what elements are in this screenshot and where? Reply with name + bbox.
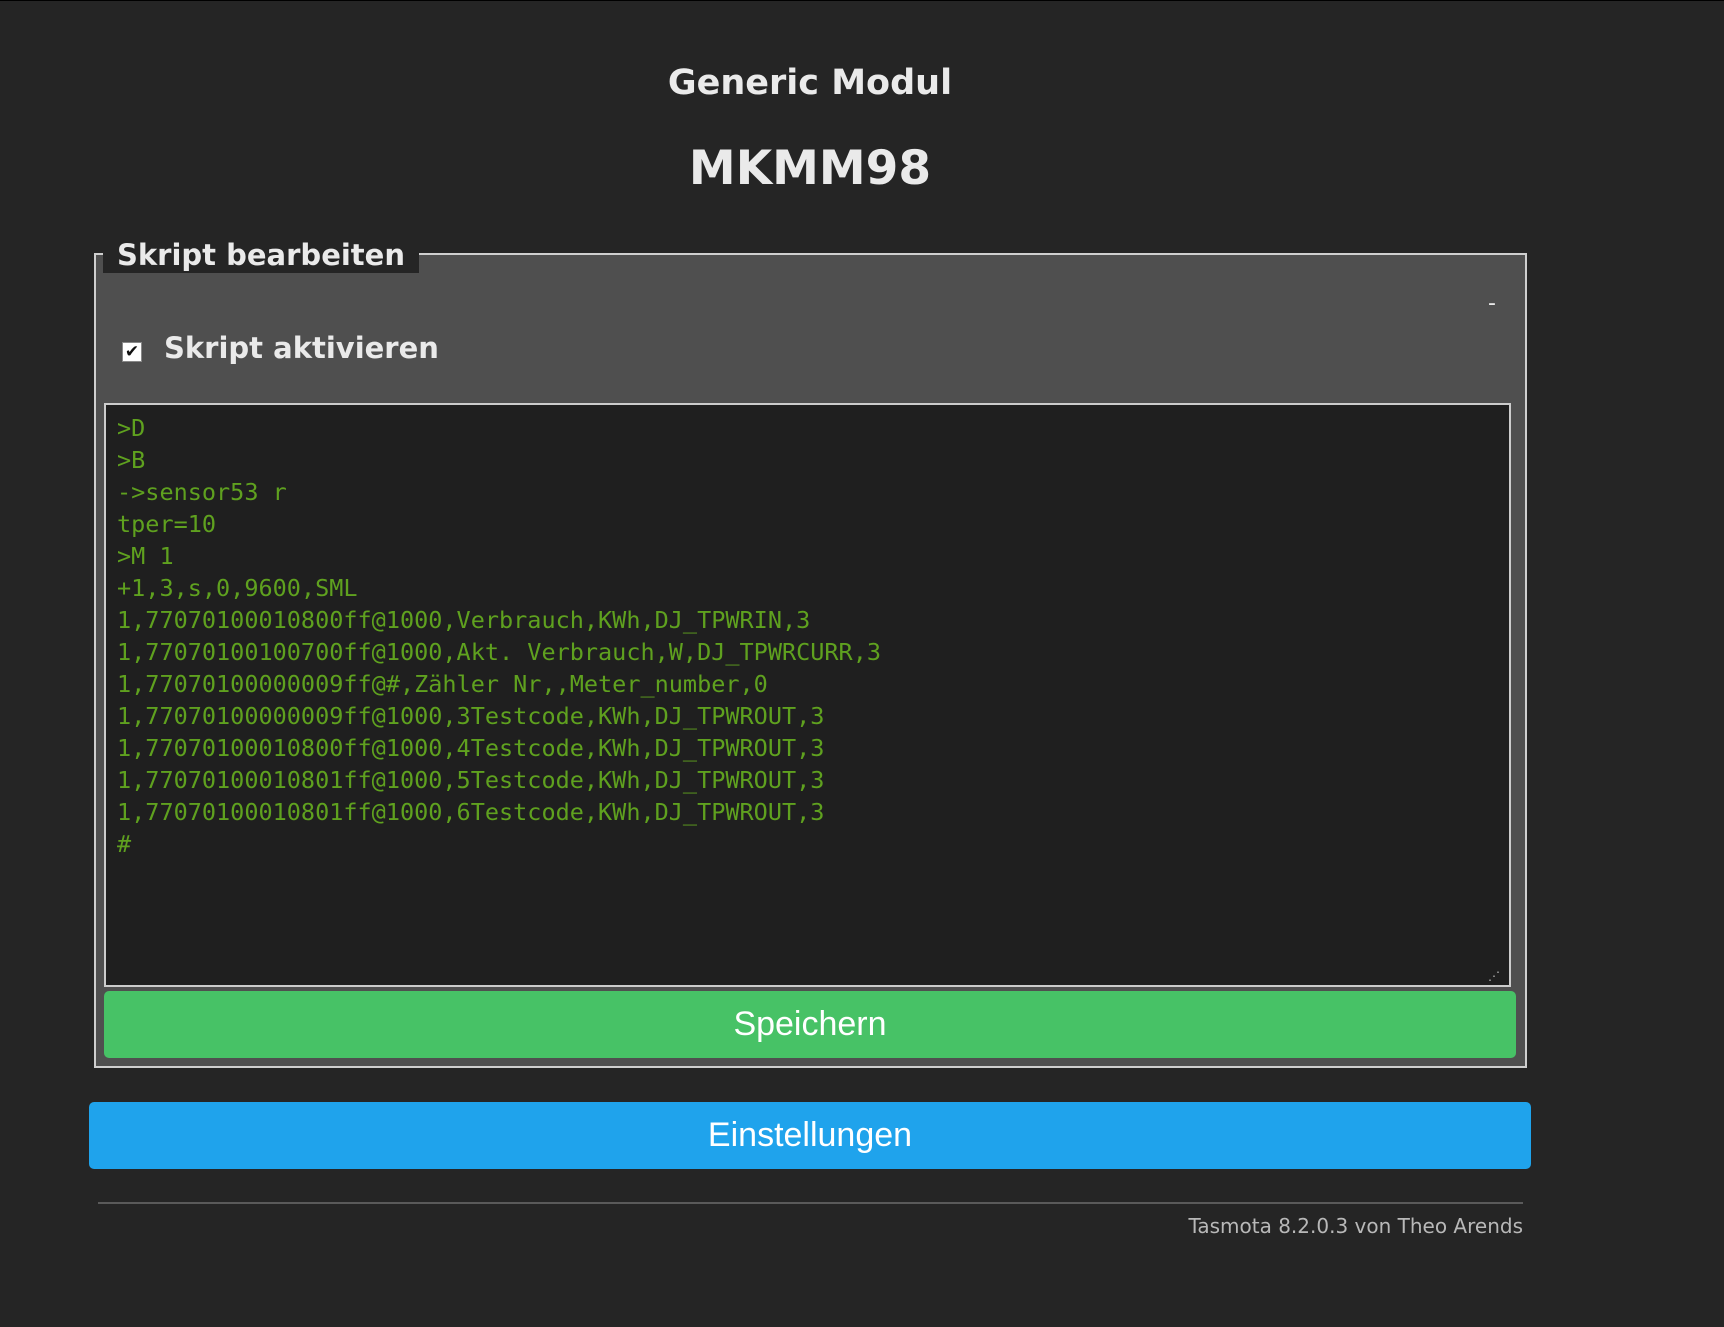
module-name-heading: Generic Modul [667,63,953,103]
script-edit-legend: Skript bearbeiten [103,237,419,273]
code-line: >B [117,446,146,474]
minus-marker: - [1488,291,1496,316]
footer-divider [98,1202,1523,1204]
resize-grip-icon[interactable]: ⋰ [1488,969,1502,983]
enable-script-checkbox[interactable]: ✔ [122,342,142,362]
code-line: 1,77070100000009ff@#,Zähler Nr,,Meter_nu… [117,670,768,698]
settings-button[interactable]: Einstellungen [89,1102,1531,1169]
checkmark-icon: ✔ [124,342,140,362]
code-line: 1,77070100100700ff@1000,Akt. Verbrauch,W… [117,638,882,666]
tasmota-page: Generic Modul MKMM98 Skript bearbeiten -… [0,0,1724,1327]
code-line: 1,77070100010801ff@1000,5Testcode,KWh,DJ… [117,766,825,794]
device-name-heading: MKMM98 [688,141,932,196]
code-line: tper=10 [117,510,217,538]
footer-version: Tasmota 8.2.0.3 von Theo Arends [1188,1214,1523,1238]
enable-script-label[interactable]: Skript aktivieren [164,331,439,365]
code-line: >D [117,414,146,442]
code-line: +1,3,s,0,9600,SML [117,574,358,602]
code-line: 1,77070100010800ff@1000,Verbrauch,KWh,DJ… [117,606,811,634]
code-line: # [117,830,132,858]
script-textarea[interactable]: >D >B ->sensor53 r tper=10 >M 1 +1,3,s,0,9600… [104,403,1511,987]
code-line: 1,77070100010800ff@1000,4Testcode,KWh,DJ… [117,734,825,762]
save-button[interactable]: Speichern [104,991,1516,1058]
code-line: 1,77070100000009ff@1000,3Testcode,KWh,DJ… [117,702,825,730]
code-line: 1,77070100010801ff@1000,6Testcode,KWh,DJ… [117,798,825,826]
code-line: ->sensor53 r [117,478,287,506]
code-line: >M 1 [117,542,174,570]
